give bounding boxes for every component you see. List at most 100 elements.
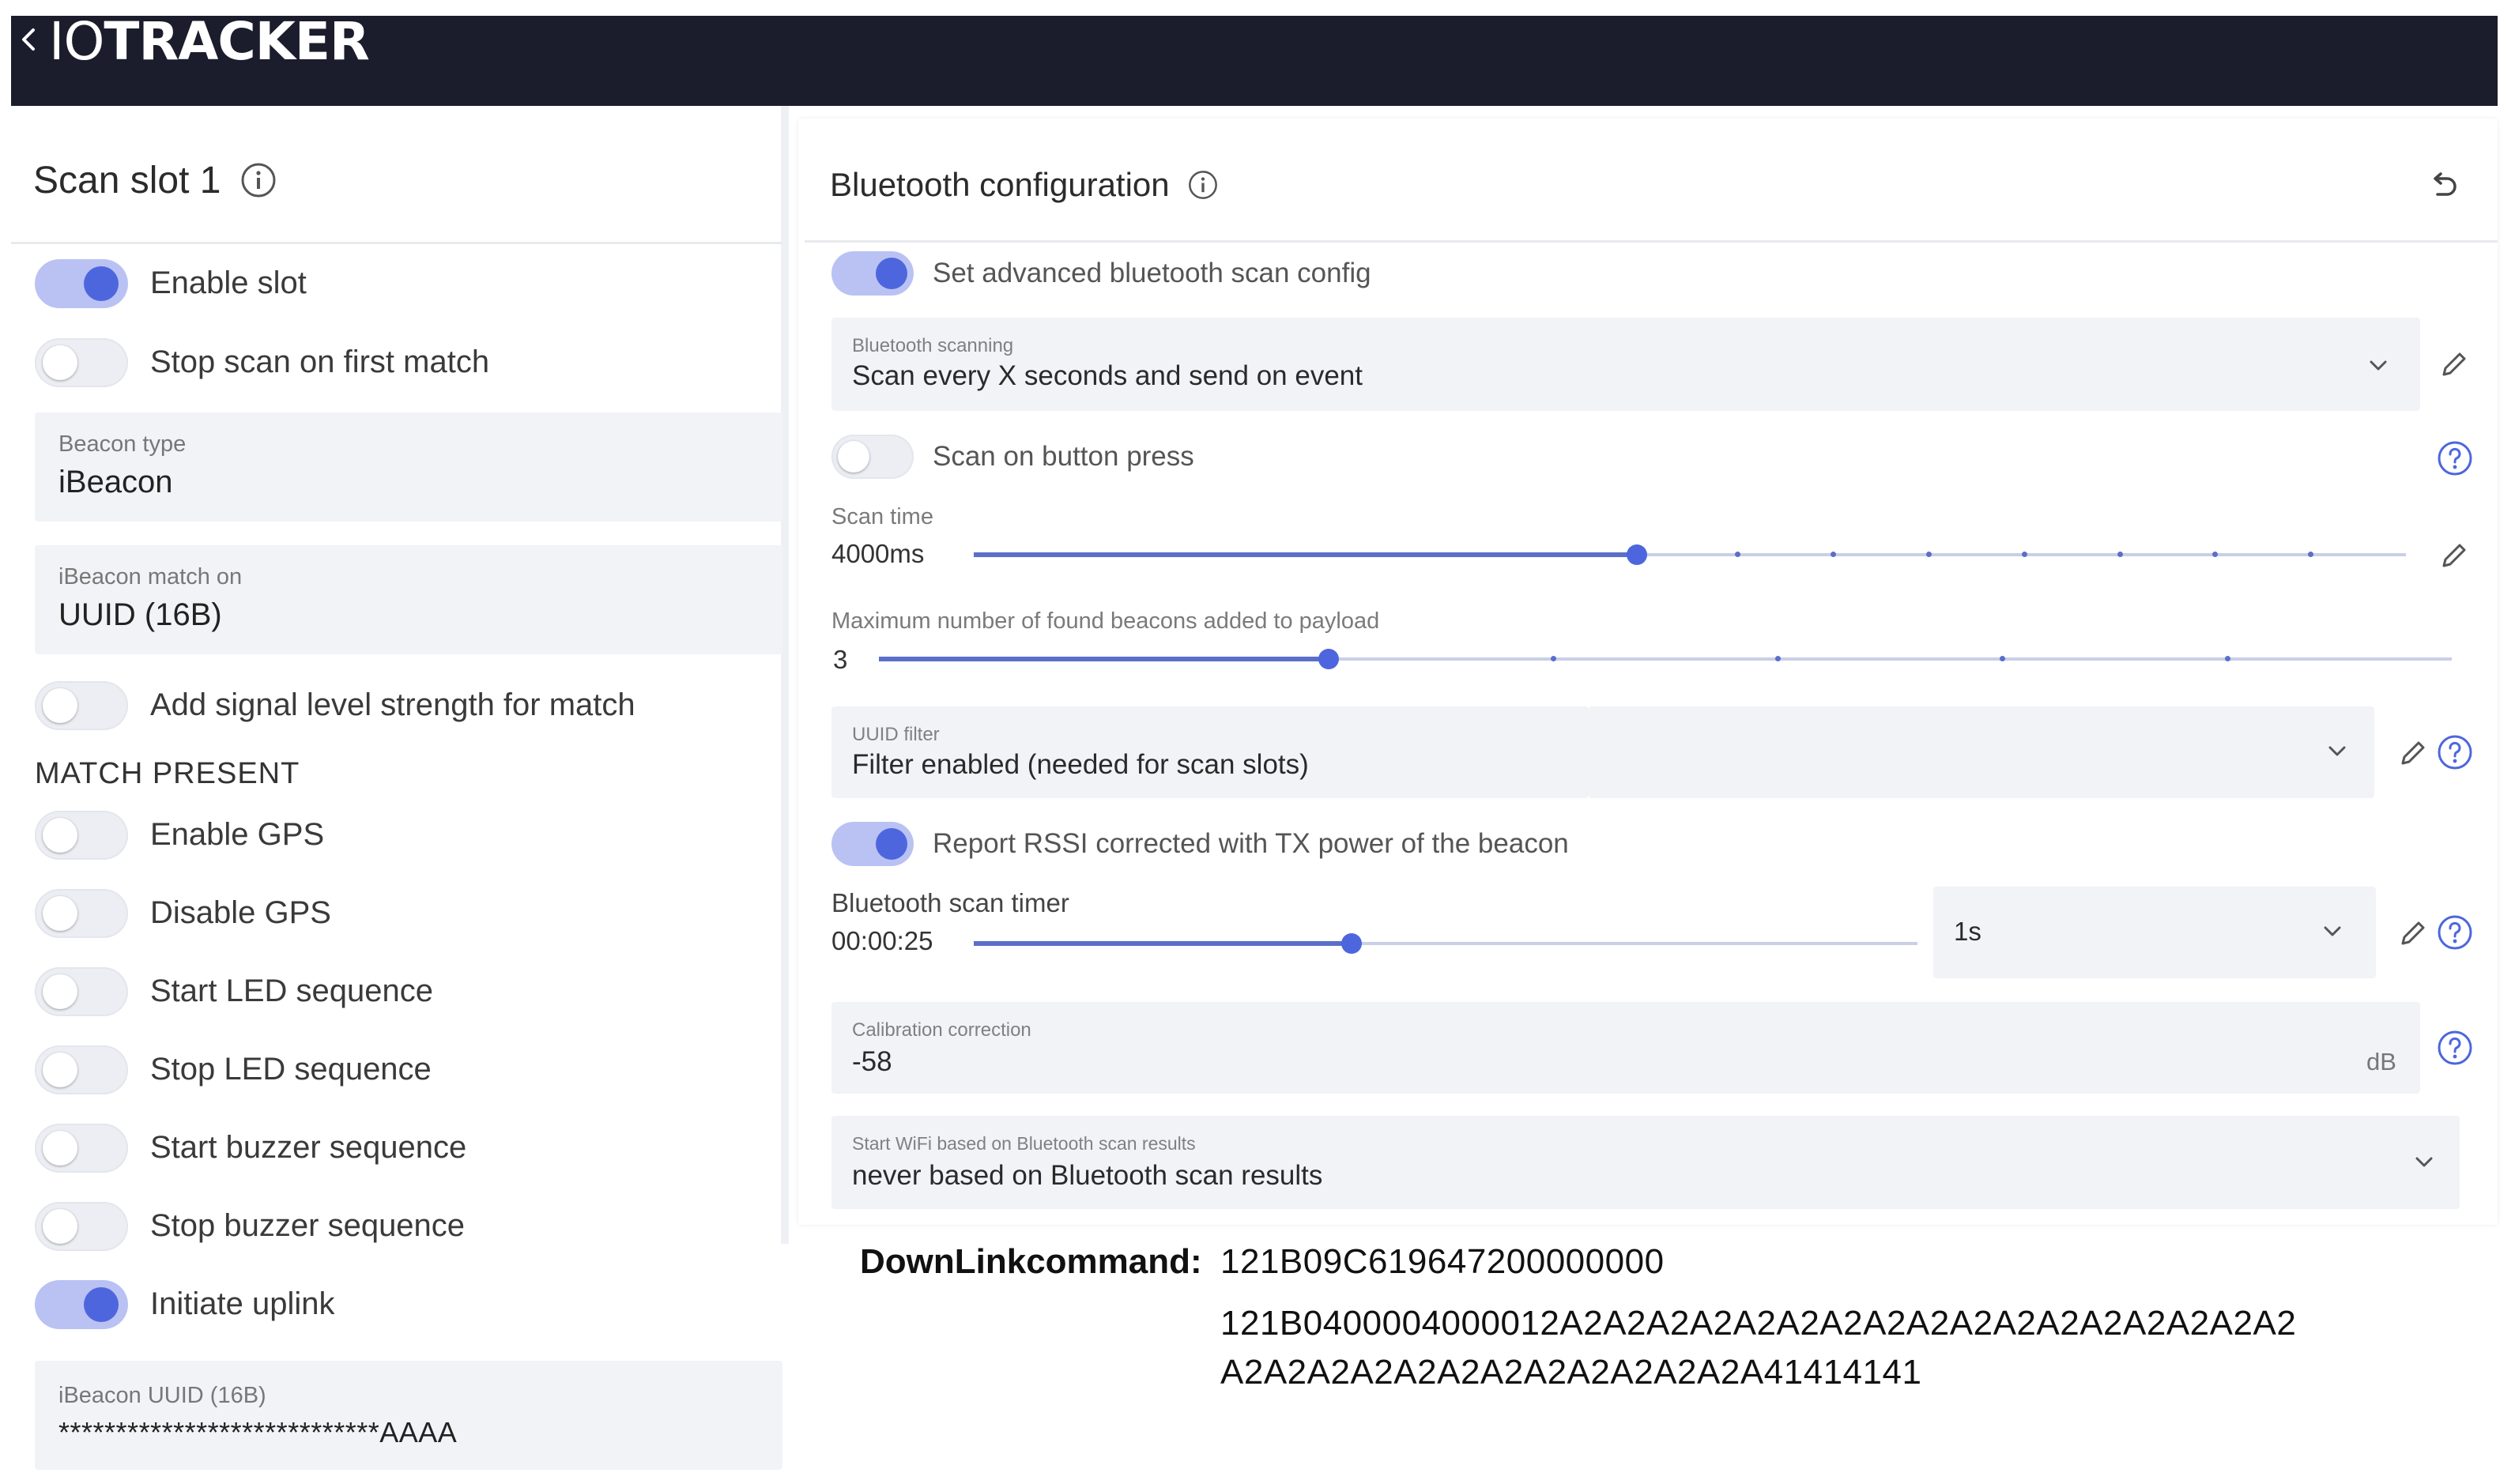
match-on-select[interactable]: iBeacon match on UUID (16B) bbox=[35, 545, 782, 654]
stop-buzzer-label: Stop buzzer sequence bbox=[150, 1208, 466, 1243]
enable-slot-toggle[interactable] bbox=[35, 259, 128, 308]
advanced-scan-config-toggle[interactable] bbox=[831, 251, 914, 296]
logo-bold-part: TRACKER bbox=[104, 10, 369, 72]
max-beacons-label: Maximum number of found beacons added to… bbox=[831, 608, 1380, 634]
slider-step-dot bbox=[1775, 656, 1781, 661]
report-rssi-toggle[interactable] bbox=[831, 822, 914, 866]
calibration-value: -58 bbox=[852, 1046, 892, 1077]
scan-button-press-toggle[interactable] bbox=[831, 435, 914, 479]
initiate-uplink-label: Initiate uplink bbox=[150, 1286, 335, 1321]
slider-step-dot bbox=[2117, 552, 2123, 557]
chevron-down-icon bbox=[2324, 926, 2341, 936]
scan-time-label: Scan time bbox=[831, 504, 933, 529]
pencil-icon[interactable] bbox=[2395, 735, 2431, 771]
match-on-value: UUID (16B) bbox=[58, 597, 222, 632]
app-header bbox=[11, 16, 2498, 106]
max-beacons-value: 3 bbox=[833, 645, 848, 674]
beacon-type-select[interactable]: Beacon type iBeacon bbox=[35, 412, 782, 522]
info-icon[interactable] bbox=[239, 161, 277, 199]
slider-step-dot bbox=[1831, 552, 1836, 557]
slider-fill bbox=[974, 941, 1352, 946]
match-on-label: iBeacon match on bbox=[58, 564, 243, 589]
stop-buzzer-toggle[interactable] bbox=[35, 1202, 128, 1251]
scan-timer-unit-value: 1s bbox=[1954, 917, 1981, 946]
initiate-uplink-toggle[interactable] bbox=[35, 1280, 128, 1329]
slider-thumb[interactable] bbox=[1341, 933, 1362, 954]
signal-strength-toggle[interactable] bbox=[35, 681, 128, 730]
slider-step-dot bbox=[1735, 552, 1740, 557]
scan-timer-value: 00:00:25 bbox=[831, 926, 933, 955]
beacon-type-value: iBeacon bbox=[58, 465, 173, 499]
uuid-filter-select-end[interactable] bbox=[1589, 706, 2374, 798]
scan-time-slider[interactable] bbox=[974, 544, 2406, 565]
uuid-filter-value: Filter enabled (needed for scan slots) bbox=[852, 749, 1309, 780]
help-circle-icon[interactable] bbox=[2436, 913, 2474, 951]
slider-step-dot bbox=[2212, 552, 2218, 557]
help-circle-icon[interactable] bbox=[2436, 733, 2474, 771]
scan-slot-title: Scan slot 1 bbox=[33, 159, 221, 202]
reset-icon[interactable] bbox=[2425, 168, 2461, 204]
uuid-filter-label: UUID filter bbox=[852, 724, 940, 745]
info-icon[interactable] bbox=[1187, 169, 1219, 201]
uuid-filter-select[interactable]: UUID filter Filter enabled (needed for s… bbox=[831, 706, 1589, 798]
help-circle-icon[interactable] bbox=[2436, 1029, 2474, 1067]
stop-scan-first-match-toggle[interactable] bbox=[35, 338, 128, 387]
start-buzzer-toggle[interactable] bbox=[35, 1124, 128, 1173]
start-led-label: Start LED sequence bbox=[150, 974, 433, 1008]
advanced-scan-config-label: Set advanced bluetooth scan config bbox=[933, 258, 1371, 288]
downlink-command-label: DownLinkcommand: bbox=[860, 1242, 1202, 1281]
ibeacon-uuid-label: iBeacon UUID (16B) bbox=[58, 1383, 266, 1408]
enable-gps-toggle[interactable] bbox=[35, 811, 128, 860]
pencil-icon[interactable] bbox=[2395, 915, 2431, 951]
slider-step-dot bbox=[2225, 656, 2230, 661]
stop-led-label: Stop LED sequence bbox=[150, 1052, 432, 1087]
panel-title: Scan slot 1 bbox=[33, 155, 277, 205]
slider-step-dot bbox=[2308, 552, 2313, 557]
enable-slot-label: Enable slot bbox=[150, 266, 307, 300]
chevron-down-icon bbox=[2328, 746, 2346, 756]
panel-divider bbox=[781, 106, 789, 1244]
back-chevron-icon[interactable] bbox=[14, 24, 46, 55]
chevron-down-icon bbox=[2415, 1157, 2433, 1167]
calibration-label: Calibration correction bbox=[852, 1019, 1031, 1041]
start-wifi-value: never based on Bluetooth scan results bbox=[852, 1160, 1323, 1191]
ibeacon-uuid-value: ****************************AAAA bbox=[58, 1416, 458, 1448]
app-logo: IO TRACKER bbox=[49, 9, 370, 73]
slider-step-dot bbox=[1551, 656, 1556, 661]
scan-timer-unit-select[interactable]: 1s bbox=[1933, 887, 2376, 978]
bluetooth-scanning-label: Bluetooth scanning bbox=[852, 335, 1014, 356]
chevron-down-icon bbox=[2370, 360, 2387, 371]
downlink-command-line-2: 121B0400004000012A2A2A2A2A2A2A2A2A2A2A2A… bbox=[1220, 1304, 2297, 1343]
bluetooth-scanning-value: Scan every X seconds and send on event bbox=[852, 360, 1363, 391]
slider-fill bbox=[879, 657, 1329, 661]
stop-scan-first-match-label: Stop scan on first match bbox=[150, 345, 490, 379]
downlink-command-line-1: 121B09C619647200000000 bbox=[1220, 1242, 1665, 1281]
stop-led-toggle[interactable] bbox=[35, 1045, 128, 1094]
pencil-icon[interactable] bbox=[2436, 346, 2472, 382]
bluetooth-scanning-select[interactable]: Bluetooth scanning Scan every X seconds … bbox=[831, 318, 2420, 411]
slider-step-dot bbox=[2022, 552, 2027, 557]
slider-fill bbox=[974, 552, 1637, 557]
calibration-unit: dB bbox=[2366, 1048, 2396, 1075]
max-beacons-slider[interactable] bbox=[879, 649, 2452, 669]
slider-thumb[interactable] bbox=[1627, 544, 1647, 565]
help-circle-icon[interactable] bbox=[2436, 439, 2474, 477]
scan-timer-slider[interactable] bbox=[974, 933, 1917, 954]
downlink-command-line-3: A2A2A2A2A2A2A2A2A2A2A2A2A41414141 bbox=[1220, 1353, 1922, 1392]
pencil-icon[interactable] bbox=[2436, 537, 2472, 574]
disable-gps-toggle[interactable] bbox=[35, 889, 128, 938]
start-buzzer-label: Start buzzer sequence bbox=[150, 1130, 467, 1165]
bluetooth-config-title: Bluetooth configuration bbox=[830, 166, 1170, 203]
title-divider bbox=[11, 242, 782, 244]
panel-title: Bluetooth configuration bbox=[830, 161, 1219, 209]
enable-gps-label: Enable GPS bbox=[150, 817, 325, 852]
calibration-correction-field[interactable]: Calibration correction -58 dB bbox=[831, 1002, 2420, 1094]
ibeacon-uuid-field[interactable]: iBeacon UUID (16B) *********************… bbox=[35, 1361, 782, 1470]
scan-timer-label: Bluetooth scan timer bbox=[831, 888, 1069, 917]
scan-button-press-label: Scan on button press bbox=[933, 441, 1194, 472]
start-led-toggle[interactable] bbox=[35, 967, 128, 1016]
slider-thumb[interactable] bbox=[1318, 649, 1339, 669]
start-wifi-select[interactable]: Start WiFi based on Bluetooth scan resul… bbox=[831, 1116, 2460, 1209]
report-rssi-label: Report RSSI corrected with TX power of t… bbox=[933, 828, 1569, 859]
scan-time-value: 4000ms bbox=[831, 539, 925, 568]
